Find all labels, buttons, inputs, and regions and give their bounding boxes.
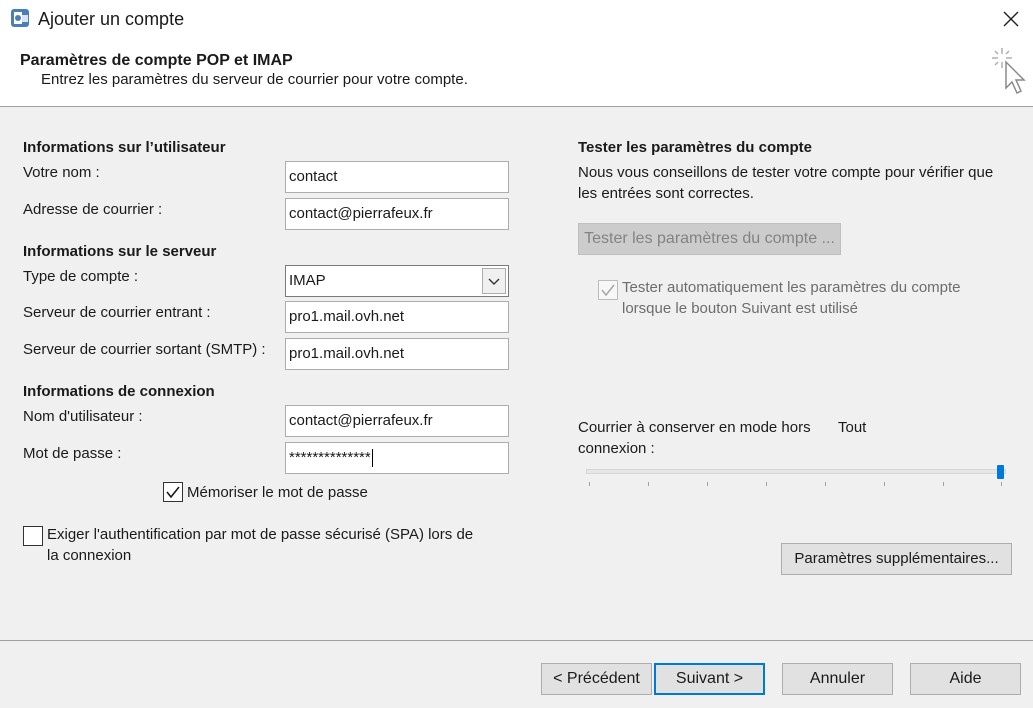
auto-test-checkbox[interactable] <box>598 280 618 300</box>
wizard-cursor-icon <box>992 48 1026 95</box>
offline-mail-label-line2: connexion : <box>578 440 655 457</box>
outgoing-server-label: Serveur de courrier sortant (SMTP) : <box>23 341 266 358</box>
back-button[interactable]: < Précédent <box>541 663 652 695</box>
offline-slider-track[interactable] <box>586 469 1006 474</box>
text-caret <box>371 449 373 468</box>
account-type-select[interactable]: IMAP <box>285 265 509 297</box>
chevron-down-icon[interactable] <box>482 268 506 294</box>
more-settings-button[interactable]: Paramètres supplémentaires... <box>781 543 1012 575</box>
server-info-section-title: Informations sur le serveur <box>23 243 217 260</box>
page-subheading: Entrez les paramètres du serveur de cour… <box>41 71 468 88</box>
spa-label-line2[interactable]: la connexion <box>47 547 131 564</box>
username-label: Nom d'utilisateur : <box>23 408 143 425</box>
offline-slider-thumb[interactable] <box>997 465 1004 479</box>
slider-tick <box>1001 482 1002 486</box>
outgoing-server-field[interactable]: pro1.mail.ovh.net <box>285 338 509 370</box>
email-label: Adresse de courrier : <box>23 201 163 218</box>
offline-mail-label-line1: Courrier à conserver en mode hors <box>578 419 811 436</box>
slider-tick <box>884 482 885 486</box>
footer-divider <box>0 640 1033 641</box>
auto-test-label-line2[interactable]: lorsque le bouton Suivant est utilisé <box>622 300 858 317</box>
incoming-server-label: Serveur de courrier entrant : <box>23 304 211 321</box>
remember-password-checkbox[interactable] <box>163 482 183 502</box>
slider-tick <box>825 482 826 486</box>
account-type-label: Type de compte : <box>23 268 139 285</box>
name-field[interactable]: contact <box>285 161 509 193</box>
slider-tick <box>648 482 649 486</box>
account-type-value: IMAP <box>289 272 326 289</box>
remember-password-label[interactable]: Mémoriser le mot de passe <box>187 484 375 501</box>
email-field[interactable]: contact@pierrafeux.fr <box>285 198 509 230</box>
slider-tick <box>707 482 708 486</box>
password-label: Mot de passe : <box>23 445 122 462</box>
next-button[interactable]: Suivant > <box>654 663 765 695</box>
test-settings-section-title: Tester les paramètres du compte <box>578 139 812 156</box>
checkmark-icon <box>166 486 180 499</box>
username-field[interactable]: contact@pierrafeux.fr <box>285 405 509 437</box>
incoming-server-field[interactable]: pro1.mail.ovh.net <box>285 301 509 333</box>
outlook-app-icon <box>11 9 29 27</box>
user-info-section-title: Informations sur l’utilisateur <box>23 139 226 156</box>
test-settings-description-line1: Nous vous conseillons de tester votre co… <box>578 164 994 181</box>
spa-checkbox[interactable] <box>23 526 43 546</box>
slider-tick <box>766 482 767 486</box>
test-settings-description-line2: les entrées sont correctes. <box>578 185 754 202</box>
checkmark-icon <box>601 284 615 297</box>
help-button[interactable]: Aide <box>910 663 1021 695</box>
spa-label-line1[interactable]: Exiger l'authentification par mot de pas… <box>47 526 473 543</box>
password-field[interactable]: ************** <box>285 442 509 474</box>
header-divider <box>0 106 1033 107</box>
page-heading: Paramètres de compte POP et IMAP <box>20 52 293 69</box>
auto-test-label-line1[interactable]: Tester automatiquement les paramètres du… <box>622 279 961 296</box>
password-value: ************** <box>289 449 371 466</box>
cancel-button[interactable]: Annuler <box>782 663 893 695</box>
slider-tick <box>943 482 944 486</box>
name-label: Votre nom : <box>23 164 100 181</box>
close-icon[interactable] <box>1000 8 1022 30</box>
offline-mail-value: Tout <box>838 419 867 436</box>
login-info-section-title: Informations de connexion <box>23 383 215 400</box>
slider-tick <box>589 482 590 486</box>
window-title: Ajouter un compte <box>38 9 185 29</box>
test-account-settings-button[interactable]: Tester les paramètres du compte ... <box>578 223 841 255</box>
